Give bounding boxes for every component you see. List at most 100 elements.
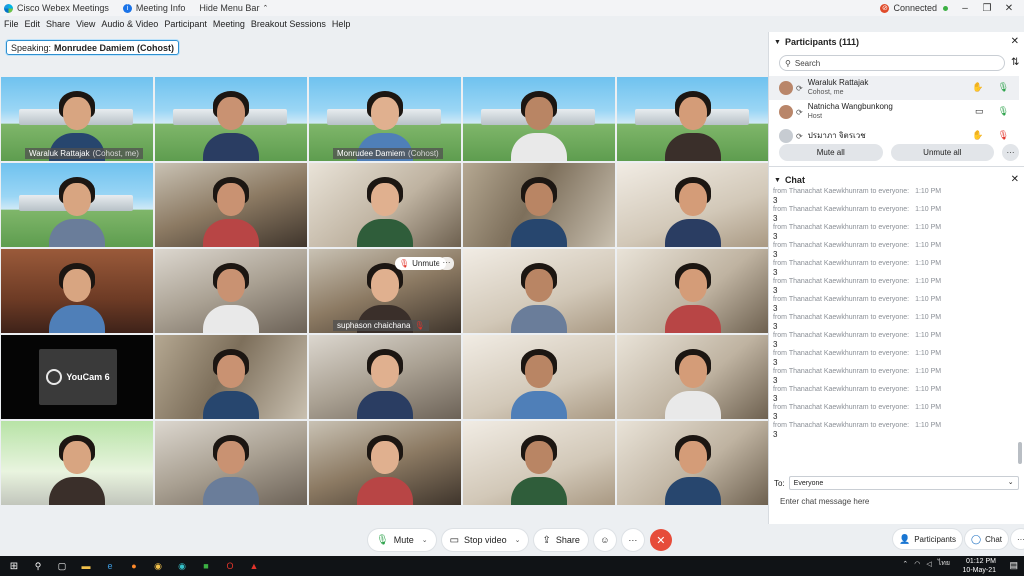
video-tile[interactable]: suphason chaichana 🎙 🎙 Unmute ···	[309, 249, 461, 333]
opera-icon[interactable]: O	[220, 556, 240, 576]
hide-menu-bar-button[interactable]: Hide Menu Bar ⌃	[199, 3, 268, 13]
video-tile[interactable]	[1, 421, 153, 505]
share-button[interactable]: ⇪ Share	[534, 529, 588, 551]
video-tile[interactable]	[617, 249, 769, 333]
raise-hand-icon[interactable]: ✋	[972, 82, 983, 93]
chat-toggle-button[interactable]: ◯ Chat	[965, 529, 1008, 549]
unmute-all-button[interactable]: Unmute all	[890, 144, 995, 161]
video-tile[interactable]	[155, 335, 307, 419]
firefox-icon[interactable]: ●	[124, 556, 144, 576]
video-tile[interactable]: YouCam 6	[1, 335, 153, 419]
video-tile[interactable]	[463, 335, 615, 419]
video-tile[interactable]: Monrudee Damiem (Cohost)	[309, 77, 461, 161]
menu-breakout-sessions[interactable]: Breakout Sessions	[251, 19, 326, 29]
video-tile[interactable]	[155, 77, 307, 161]
microphone-on-icon[interactable]: 🎙	[998, 82, 1009, 93]
tile-more-button[interactable]: ···	[439, 257, 454, 270]
menu-view[interactable]: View	[76, 19, 95, 29]
video-tile[interactable]	[155, 163, 307, 247]
stop-video-button[interactable]: ▭ Stop video ⌄	[441, 529, 529, 551]
video-tile[interactable]	[309, 421, 461, 505]
meeting-info-button[interactable]: i Meeting Info	[122, 3, 185, 13]
search-icon[interactable]: ⚲	[28, 556, 48, 576]
chat-message-list[interactable]: from Thanachat Kaewkhunram to everyone: 1…	[773, 187, 1017, 473]
video-tile[interactable]	[1, 163, 153, 247]
video-tile[interactable]	[155, 421, 307, 505]
chat-text: 3	[773, 322, 778, 331]
chat-message: from Thanachat Kaewkhunram to everyone: 1…	[773, 331, 1017, 349]
close-window-button[interactable]: ✕	[998, 3, 1020, 14]
menu-help[interactable]: Help	[332, 19, 351, 29]
video-camera-icon[interactable]: ▭	[975, 106, 984, 117]
recipient-select[interactable]: Everyone ⌄	[788, 476, 1019, 490]
more-icon: ···	[628, 535, 638, 545]
chat-text: 3	[773, 232, 778, 241]
tray-chevron-icon[interactable]: ⌃	[902, 560, 908, 568]
webex-taskbar-icon[interactable]: ◉	[172, 556, 192, 576]
chevron-down-icon[interactable]: ▼	[774, 39, 781, 46]
mute-button[interactable]: 🎙 Mute ⌄	[368, 529, 436, 551]
network-icon[interactable]: ◠	[914, 560, 920, 568]
chat-text: 3	[773, 268, 778, 277]
chevron-down-icon[interactable]: ⌄	[422, 536, 428, 544]
participant-video	[665, 435, 721, 505]
task-view-icon[interactable]: ▢	[52, 556, 72, 576]
chevron-down-icon[interactable]: ⌄	[515, 536, 521, 544]
person-shape	[525, 355, 553, 388]
participants-toggle-button[interactable]: 👤 Participants	[893, 529, 963, 549]
video-tile[interactable]	[155, 249, 307, 333]
chrome-icon[interactable]: ◉	[148, 556, 168, 576]
menu-share[interactable]: Share	[46, 19, 70, 29]
raise-hand-icon[interactable]: ✋	[972, 130, 983, 141]
chevron-down-icon[interactable]: ▼	[774, 177, 781, 184]
close-participants-icon[interactable]: ✕	[1011, 36, 1019, 47]
menu-file[interactable]: File	[4, 19, 19, 29]
participant-row[interactable]: ⟳ Natnicha Wangbunkong Host ▭ 🎙	[769, 100, 1019, 124]
sort-icon[interactable]: ⇅	[1011, 57, 1019, 68]
menu-edit[interactable]: Edit	[25, 19, 41, 29]
volume-icon[interactable]: ◁	[926, 560, 931, 568]
person-shape	[679, 97, 707, 130]
line-app-icon[interactable]: ■	[196, 556, 216, 576]
system-clock[interactable]: 01:12 PM 10-May-21	[963, 557, 996, 575]
video-tile[interactable]	[463, 249, 615, 333]
video-tile[interactable]: Waraluk Rattajak (Cohost, me)	[1, 77, 153, 161]
file-explorer-icon[interactable]: ▬	[76, 556, 96, 576]
video-tile[interactable]	[617, 421, 769, 505]
video-tile[interactable]	[309, 163, 461, 247]
mute-all-button[interactable]: Mute all	[779, 144, 883, 161]
input-language[interactable]: ไทย	[938, 558, 950, 569]
meeting-controls: 🎙 Mute ⌄ ▭ Stop video ⌄ ⇪ Share ☺ ··· ✕	[368, 528, 672, 552]
video-tile[interactable]	[463, 163, 615, 247]
participant-row[interactable]: ⟳ Waraluk Rattajak Cohost, me ✋ 🎙	[769, 76, 1019, 100]
chat-text: 3	[773, 430, 778, 439]
video-tile[interactable]	[617, 77, 769, 161]
microphone-on-icon[interactable]: 🎙	[998, 106, 1009, 117]
video-tile[interactable]	[617, 335, 769, 419]
video-tile[interactable]	[463, 77, 615, 161]
chat-input[interactable]: Enter chat message here	[780, 497, 869, 506]
pdf-reader-icon[interactable]: ▲	[244, 556, 264, 576]
participants-more-button[interactable]: ···	[1002, 144, 1019, 161]
video-tile[interactable]	[463, 421, 615, 505]
more-options-button[interactable]: ···	[621, 529, 644, 551]
restore-button[interactable]: ❐	[976, 3, 998, 14]
minimize-button[interactable]: –	[954, 3, 976, 14]
menu-participant[interactable]: Participant	[164, 19, 207, 29]
windows-start-icon[interactable]: ⊞	[4, 556, 24, 576]
connection-status[interactable]: Connected	[893, 3, 937, 13]
microphone-muted-icon[interactable]: 🎙	[998, 130, 1009, 141]
notification-icon[interactable]: ▤	[1009, 560, 1018, 571]
video-tile[interactable]	[309, 335, 461, 419]
leave-meeting-button[interactable]: ✕	[649, 529, 672, 551]
participant-search-input[interactable]: ⚲ Search	[779, 55, 1005, 71]
menu-meeting[interactable]: Meeting	[213, 19, 245, 29]
video-tile[interactable]	[617, 163, 769, 247]
reactions-button[interactable]: ☺	[593, 529, 616, 551]
menu-audio-video[interactable]: Audio & Video	[101, 19, 158, 29]
video-tile[interactable]	[1, 249, 153, 333]
close-chat-icon[interactable]: ✕	[1011, 174, 1019, 185]
chat-scrollbar[interactable]	[1018, 442, 1022, 464]
edge-browser-icon[interactable]: e	[100, 556, 120, 576]
panel-more-button[interactable]: ···	[1011, 529, 1024, 549]
